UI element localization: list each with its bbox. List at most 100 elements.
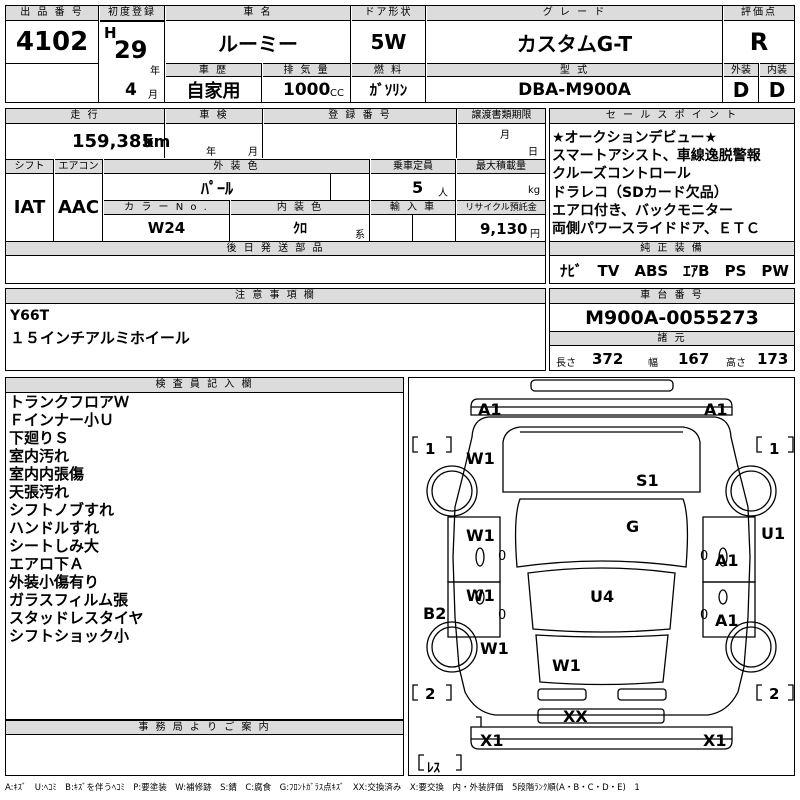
sales-point-label: セ ー ル ス ポ イ ン ト	[550, 109, 794, 124]
mark-zero-1: 0	[498, 549, 507, 564]
import-label: 輸 入 車	[371, 200, 456, 215]
mark-x1-rear-right: X1	[703, 731, 727, 750]
notes-label: 注 意 事 項 欄	[6, 289, 545, 304]
lot-no-value: 4102	[6, 21, 99, 63]
displacement-value: 1000	[283, 80, 331, 100]
car-diagram	[412, 379, 794, 771]
inspector-item: 外装小傷有り	[9, 573, 100, 591]
inspector-item: 室内内張傷	[9, 465, 85, 483]
mark-w1-left-rear: W1	[480, 639, 509, 658]
inspector-item: シートしみ大	[9, 537, 100, 555]
grade-label: グ レ ー ド	[427, 6, 723, 21]
inspection-month-unit: 月	[248, 147, 258, 158]
height-value: 173	[757, 350, 789, 368]
height-label: 高さ	[726, 358, 746, 369]
mark-u4-roof: U4	[590, 587, 615, 606]
left-mirror	[475, 547, 485, 567]
inspection-year-unit: 年	[206, 147, 216, 158]
history-value: 自家用	[166, 77, 262, 102]
transfer-day-unit: 日	[528, 147, 538, 158]
max-load-label: 最大積載量	[457, 159, 545, 174]
shift-label: シフト	[6, 159, 54, 174]
sales-point-item: ドラレコ（SDカード欠品）	[552, 184, 728, 201]
inspector-item: ハンドルすれ	[9, 519, 100, 537]
mark-less: ﾚｽ	[427, 761, 440, 776]
right-handle	[718, 589, 728, 605]
mark-x1-rear-left: X1	[480, 731, 504, 750]
mark-bracket-1-left: 1	[425, 440, 436, 458]
sales-point-item: ★オークションデビュー★	[552, 130, 718, 146]
door-value: 5W	[352, 21, 426, 63]
grade-value: カスタムG-T	[427, 21, 723, 63]
inspector-label: 検 査 員 記 入 欄	[6, 378, 403, 393]
reg-no-label: 登 録 番 号	[264, 109, 457, 124]
mark-bracket-1-right: 1	[769, 440, 780, 458]
model-code-label: 型 式	[427, 63, 723, 77]
int-color-value: ｸﾛ	[231, 215, 370, 241]
inspector-item: 下廻りＳ	[9, 429, 70, 447]
reg-no-cell	[264, 124, 457, 158]
legend: A:ｷｽﾞ U:ﾍｺﾐ B:ｷｽﾞを伴うﾍｺﾐ P:要塗装 W:補修跡 S:錆 …	[5, 783, 640, 793]
exterior-label: 外装	[724, 63, 759, 77]
mark-a1-front-right: A1	[704, 400, 728, 419]
model-code-value: DBA-M900A	[427, 77, 723, 102]
wheel-front-left	[426, 465, 478, 517]
width-value: 167	[678, 350, 710, 368]
mileage-value: 159,385	[72, 131, 154, 152]
mileage-label: 走 行	[6, 109, 165, 124]
mark-bracket-2-left: 2	[425, 685, 436, 703]
body-outline	[452, 416, 751, 716]
import-divider	[412, 215, 413, 241]
inspection-label: 車 検	[166, 109, 263, 124]
import-cell	[371, 215, 456, 241]
car-name-label: 車 名	[166, 6, 351, 21]
mark-b2-left: B2	[423, 604, 447, 623]
rear-bumper	[470, 726, 733, 750]
yen-unit: 円	[530, 229, 540, 240]
genuine-value: ﾅﾋﾞ TV ABS ｴｱB PS PW	[560, 262, 789, 280]
inspector-item: 室内汚れ	[9, 447, 70, 465]
capacity-label: 乗車定員	[371, 159, 456, 174]
sales-point-item: エアロ付き、バックモニター	[552, 202, 734, 219]
mark-s1-hood: S1	[636, 471, 659, 490]
lot-no-lower	[6, 63, 99, 102]
fuel-value: ｶﾞｿﾘﾝ	[352, 77, 426, 102]
fuel-label: 燃 料	[352, 63, 426, 77]
dimensions-label: 諸 元	[550, 331, 794, 346]
length-label: 長さ	[556, 358, 576, 369]
mark-a1-front-left: A1	[478, 400, 502, 419]
mark-bracket-2-right: 2	[769, 685, 780, 703]
displacement-label: 排 気 量	[263, 63, 351, 77]
license-plate	[537, 708, 665, 724]
exterior-value: D	[724, 77, 759, 102]
mark-w1-trunk: W1	[552, 656, 581, 675]
first-reg-label: 初度登録	[100, 6, 165, 21]
windshield	[514, 498, 689, 568]
inspector-item: トランクフロアＷ	[9, 393, 130, 411]
mark-zero-3: 0	[498, 608, 507, 623]
later-parts-label: 後 日 発 送 部 品	[6, 241, 545, 256]
inspector-item: Ｆインナー小Ｕ	[9, 411, 115, 429]
history-label: 車 歴	[166, 63, 262, 77]
inspector-list: トランクフロアＷ Ｆインナー小Ｕ 下廻りＳ 室内汚れ 室内内張傷 天張汚れ シフ…	[9, 393, 399, 718]
mark-a1-right-rear-door: A1	[715, 611, 739, 630]
mark-w1-fender: W1	[466, 449, 495, 468]
kg-unit: kg	[528, 185, 541, 196]
interior-label: 内装	[760, 63, 794, 77]
ext-color-value: ﾊﾟｰﾙ	[200, 179, 233, 198]
mark-zero-2: 0	[700, 549, 709, 564]
lot-no-label: 出 品 番 号	[6, 6, 99, 21]
sales-point-item: クルーズコントロール	[552, 166, 691, 183]
sales-point-list: ★オークションデビュー★ スマートアシスト、車線逸脱警報 クルーズコントロール …	[552, 129, 794, 239]
inspector-item: エアロ下Ａ	[9, 555, 85, 573]
door-label: ドア形状	[352, 6, 426, 21]
inspector-item: 天張汚れ	[9, 483, 70, 501]
score-label: 評価点	[724, 6, 794, 21]
inspector-item: ガラスフィルム張	[9, 591, 129, 609]
person-unit: 人	[438, 188, 448, 199]
mark-u1-right: U1	[761, 524, 786, 543]
inspector-item: スタッドレスタイヤ	[9, 609, 144, 627]
mark-g-windshield: G	[626, 517, 640, 536]
mark-w1-rear-door: W1	[466, 586, 495, 605]
interior-value: D	[768, 77, 786, 102]
